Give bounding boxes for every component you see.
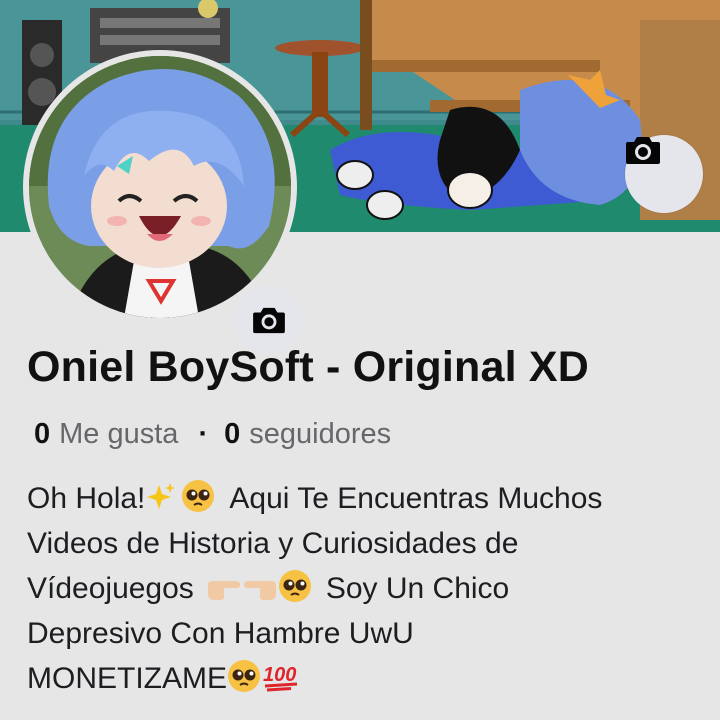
likes-count: 0 bbox=[34, 418, 51, 450]
bio-line: Videos de Historia y Curiosidades de bbox=[27, 527, 519, 560]
hundred-points-icon: 100 bbox=[263, 664, 298, 692]
page-stats: 0 Me gusta · 0 seguidores bbox=[34, 418, 391, 451]
pleading-face-icon bbox=[278, 570, 311, 602]
pleading-face-icon bbox=[182, 480, 215, 512]
svg-text:100: 100 bbox=[263, 664, 296, 686]
page-bio: Oh Hola! Aqui Te Encuentras Muchos Video… bbox=[27, 476, 707, 701]
avatar bbox=[29, 56, 291, 318]
bio-line: Vídeojuegos Soy Un Chico bbox=[27, 566, 707, 611]
likes-label: Me gusta bbox=[59, 418, 179, 450]
page-title: Oniel BoySoft - Original XD bbox=[27, 343, 590, 391]
pleading-face-icon bbox=[228, 660, 260, 692]
bio-text: Aqui Te Encuentras Muchos bbox=[229, 482, 603, 515]
bio-text: MONETIZAME bbox=[27, 662, 227, 695]
followers-count: 0 bbox=[224, 418, 241, 450]
bio-text: Soy Un Chico bbox=[325, 572, 510, 605]
camera-icon bbox=[253, 307, 285, 334]
bio-text: Vídeojuegos bbox=[27, 572, 194, 605]
cover-camera-button[interactable] bbox=[625, 135, 703, 213]
profile-picture[interactable] bbox=[23, 50, 307, 358]
bio-line: Oh Hola! Aqui Te Encuentras Muchos bbox=[27, 476, 707, 521]
bio-text: Oh Hola! bbox=[27, 482, 146, 515]
stats-separator: · bbox=[198, 418, 209, 450]
pointing-left-icon bbox=[243, 581, 276, 600]
camera-icon bbox=[626, 137, 660, 164]
likes-stat[interactable]: 0 Me gusta bbox=[34, 418, 178, 451]
bio-line: Depresivo Con Hambre UwU bbox=[27, 617, 414, 650]
followers-stat[interactable]: 0 seguidores bbox=[224, 418, 391, 451]
bio-line: MONETIZAME 100 bbox=[27, 656, 707, 701]
pointing-right-icon bbox=[207, 581, 240, 600]
followers-label: seguidores bbox=[249, 418, 392, 450]
sparkles-icon bbox=[147, 483, 176, 509]
avatar-illustration bbox=[29, 56, 291, 318]
